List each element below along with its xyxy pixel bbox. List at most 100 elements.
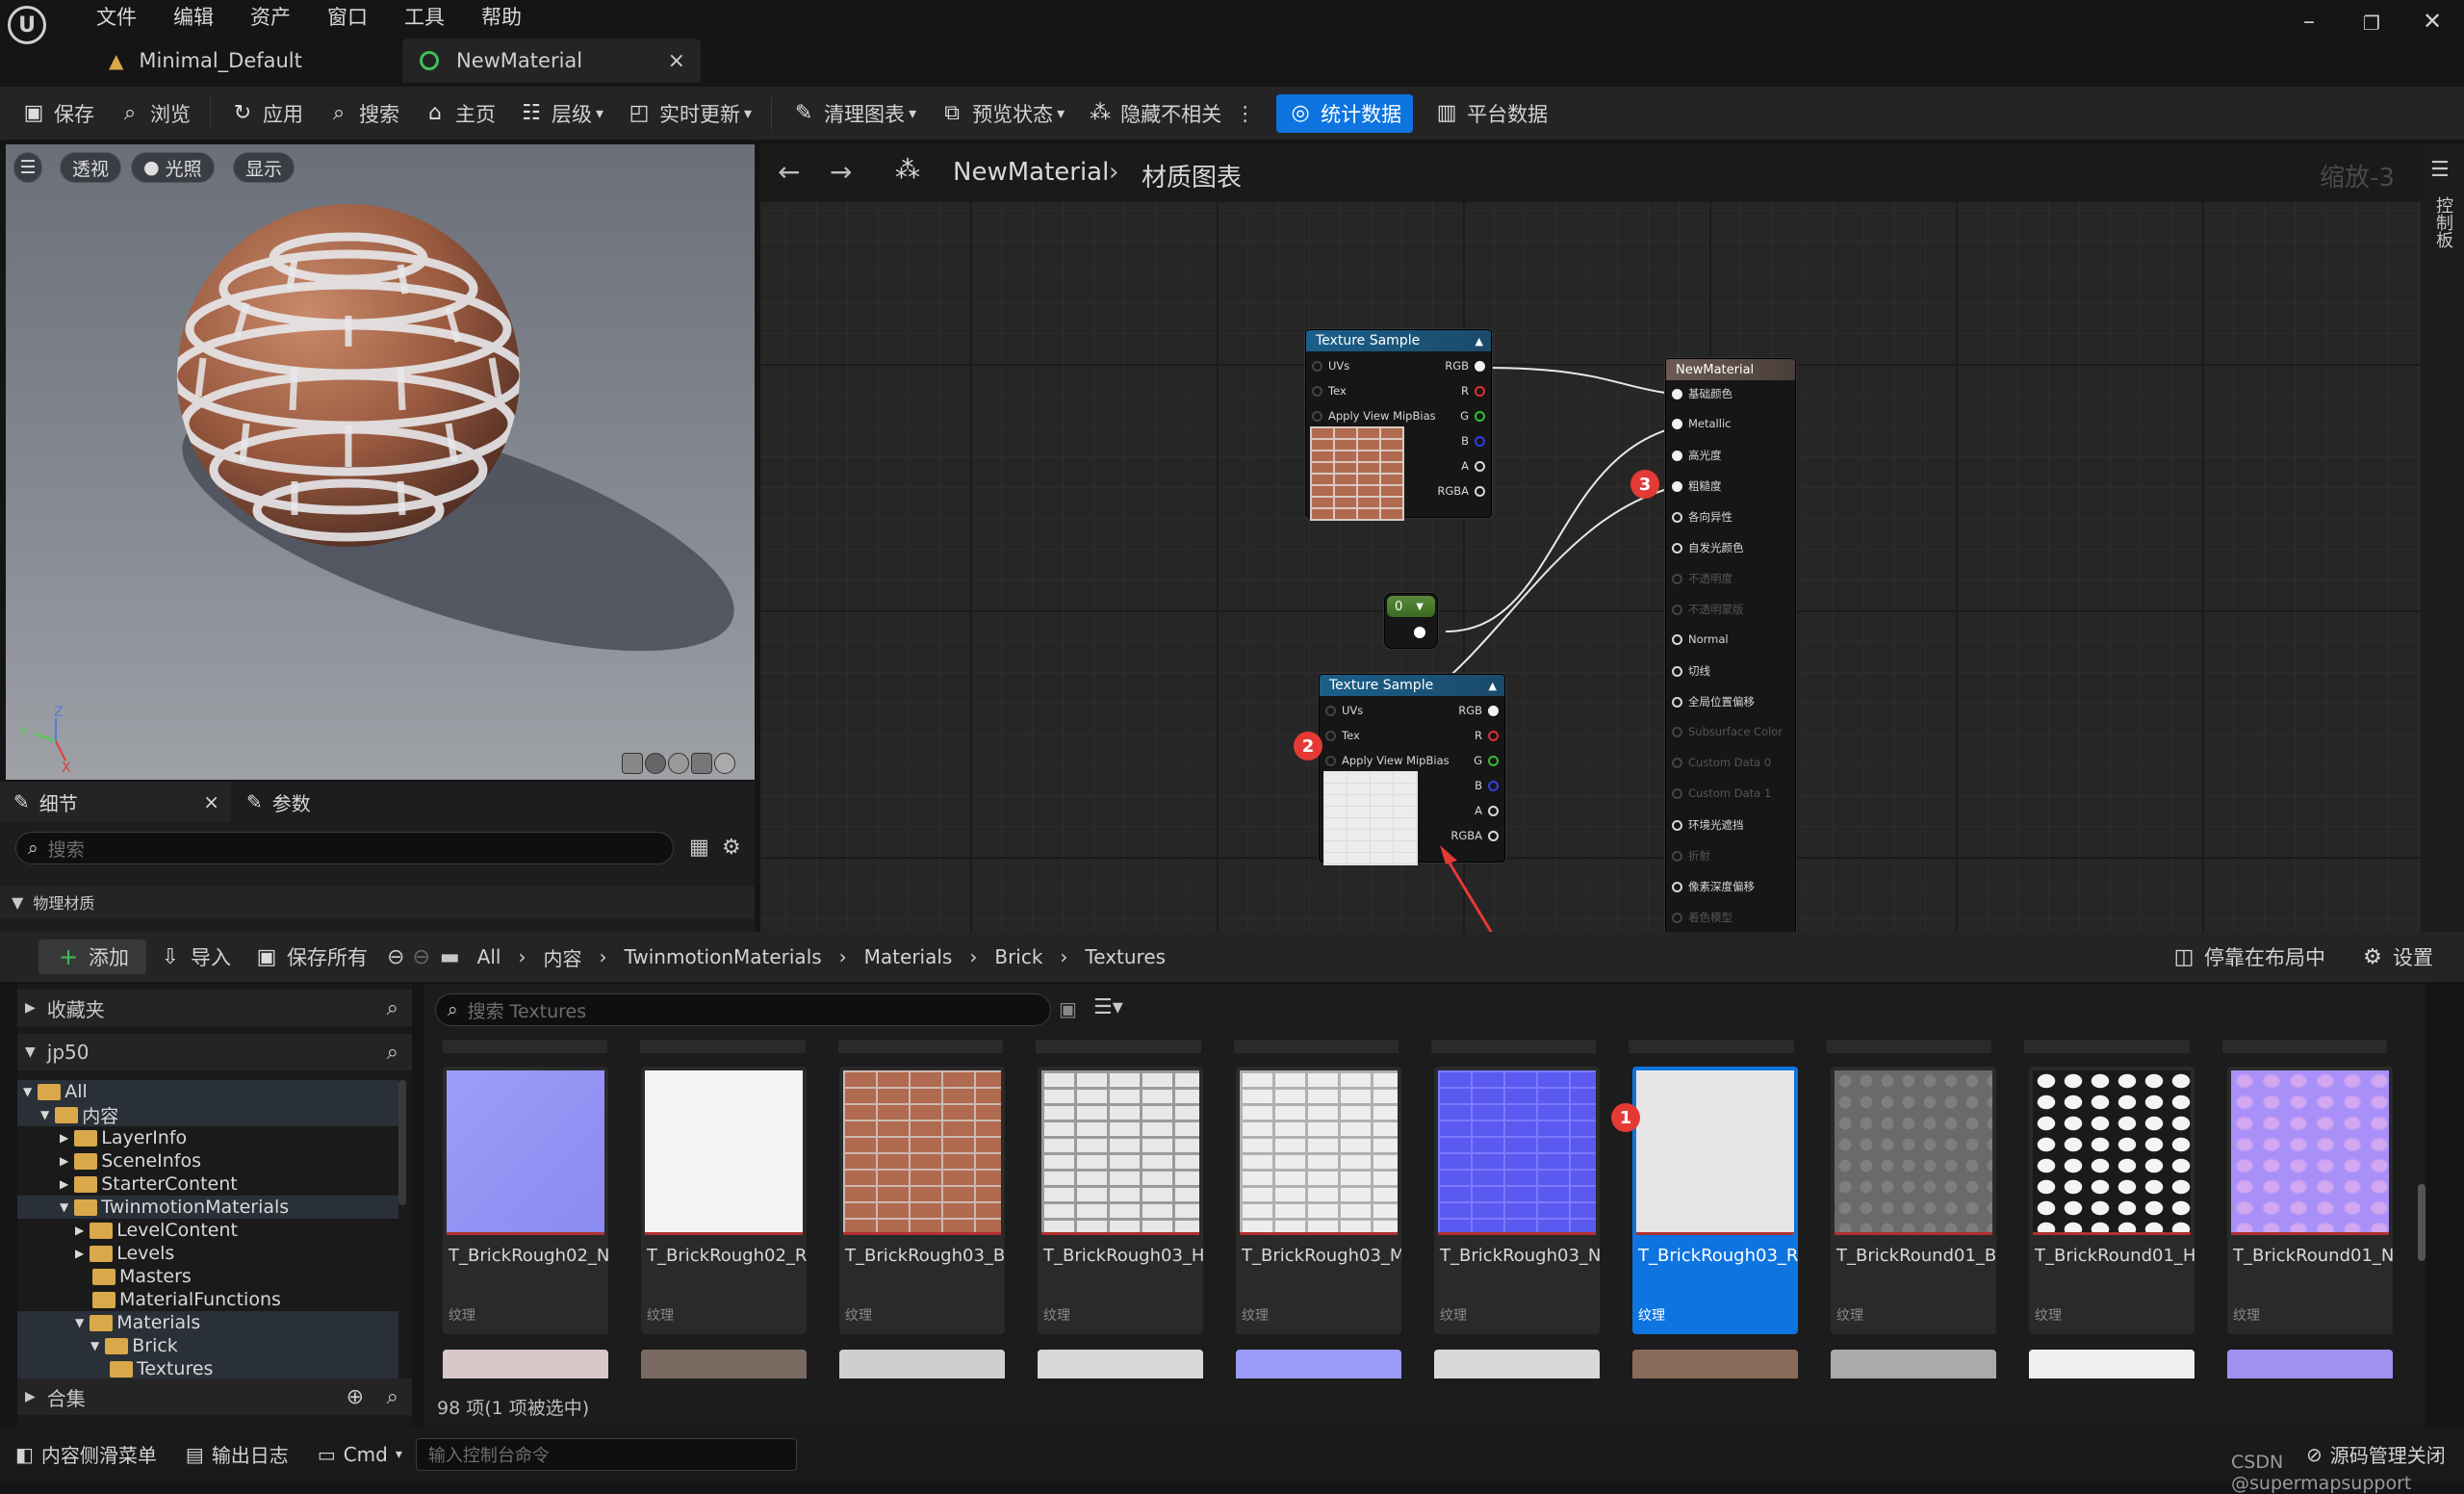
texture-sample-node-1[interactable]: Texture Sample ▲ UVs Tex Apply View MipBi… xyxy=(1305,329,1492,521)
material-input-pin[interactable]: 折射 xyxy=(1666,848,1710,863)
asset-tile-next-row[interactable] xyxy=(1632,1350,1798,1378)
material-graph[interactable]: Texture Sample ▲ UVs Tex Apply View MipBi… xyxy=(760,144,2421,934)
collapse-icon[interactable]: ▲ xyxy=(1476,335,1483,348)
output-pin-rgba[interactable]: RGBA xyxy=(1437,484,1491,498)
history-forward-icon[interactable]: ⊖ xyxy=(412,945,429,969)
output-pin-b[interactable]: B xyxy=(1461,434,1491,448)
show-button[interactable]: 显示 xyxy=(233,152,295,183)
output-pin-g[interactable]: G xyxy=(1460,409,1491,423)
save-button[interactable]: ▣ 保存 xyxy=(10,87,106,140)
stats-button[interactable]: ◎ 统计数据 xyxy=(1276,93,1414,133)
more-options-icon[interactable]: ⋮ xyxy=(1235,102,1255,125)
preview-viewport[interactable]: ☰ 透视 ● 光照 显示 Z Y X xyxy=(6,144,755,780)
tree-item-all[interactable]: ▼ All xyxy=(17,1080,398,1103)
minimize-button[interactable]: – xyxy=(2303,8,2315,35)
search-icon[interactable]: ⌕ xyxy=(387,1041,398,1065)
path-twinmotion[interactable]: TwinmotionMaterials xyxy=(624,945,821,968)
asset-tile-next-row[interactable] xyxy=(839,1350,1005,1378)
output-log-button[interactable]: ▤ 输出日志 xyxy=(186,1440,289,1468)
unreal-logo[interactable]: U xyxy=(8,6,46,44)
hide-unrelated-button[interactable]: ⁂ 隐藏不相关 ⋮ xyxy=(1076,87,1267,140)
tree-item-layerinfo[interactable]: ▶ LayerInfo xyxy=(17,1126,398,1149)
tab-newmaterial[interactable]: NewMaterial × xyxy=(402,39,701,83)
input-pin-uvs[interactable]: UVs xyxy=(1306,359,1349,373)
material-input-pin[interactable]: Metallic xyxy=(1666,417,1731,430)
asset-tile-next-row[interactable] xyxy=(1236,1350,1401,1378)
save-search-icon[interactable]: ▣ xyxy=(1059,997,1077,1020)
teapot-preview-icon[interactable] xyxy=(714,753,735,774)
collections-header[interactable]: ▶ 合集 ⊕ ⌕ xyxy=(17,1378,412,1415)
asset-tile[interactable]: T_BrickRough03_H 纹理 xyxy=(1038,1067,1203,1334)
output-pin-g[interactable]: G xyxy=(1474,754,1504,767)
import-button[interactable]: ⇩ 导入 xyxy=(146,931,243,984)
path-brick[interactable]: Brick xyxy=(994,945,1042,968)
asset-tile-next-row[interactable] xyxy=(1434,1350,1600,1378)
perspective-button[interactable]: 透视 xyxy=(60,152,122,183)
tree-item-levelcontent[interactable]: ▶ LevelContent xyxy=(17,1219,398,1242)
details-close-button[interactable]: × xyxy=(203,790,219,813)
material-input-pin[interactable]: 粗糙度 xyxy=(1666,478,1722,494)
path-all[interactable]: All xyxy=(477,945,501,968)
node-header[interactable]: Texture Sample ▲ xyxy=(1306,330,1491,351)
material-input-pin[interactable]: Custom Data 0 xyxy=(1666,756,1771,769)
asset-tile-next-row[interactable] xyxy=(641,1350,807,1378)
asset-tile[interactable]: T_BrickRough03_R 纹理 xyxy=(1632,1067,1798,1334)
asset-tile-next-row[interactable] xyxy=(2227,1350,2393,1378)
asset-tile-next-row[interactable] xyxy=(443,1350,608,1378)
menu-help[interactable]: 帮助 xyxy=(481,2,522,31)
cube-preview-icon[interactable] xyxy=(691,753,712,774)
search-icon[interactable]: ⌕ xyxy=(387,996,398,1020)
menu-file[interactable]: 文件 xyxy=(96,2,137,31)
menu-edit[interactable]: 编辑 xyxy=(173,2,214,31)
output-pin-b[interactable]: B xyxy=(1475,779,1504,792)
project-header[interactable]: ▼ jp50 ⌕ xyxy=(17,1034,412,1070)
path-materials[interactable]: Materials xyxy=(864,945,953,968)
asset-tile[interactable]: T_BrickRound01_H 纹理 xyxy=(2029,1067,2194,1334)
material-input-pin[interactable]: 各向异性 xyxy=(1666,509,1732,525)
content-drawer-button[interactable]: ◧ 内容侧滑菜单 xyxy=(15,1440,157,1468)
material-input-pin[interactable]: 不透明蒙版 xyxy=(1666,602,1744,617)
settings-button[interactable]: ⚙ 设置 xyxy=(2348,931,2445,984)
texture-sample-node-2[interactable]: Texture Sample ▲ UVs Tex Apply View MipBi… xyxy=(1319,674,1505,865)
node-header[interactable]: NewMaterial xyxy=(1666,359,1795,380)
back-arrow-icon[interactable]: ← xyxy=(778,156,800,188)
material-input-pin[interactable]: Normal xyxy=(1666,632,1729,646)
asset-tile[interactable]: T_BrickRound01_BC 纹理 xyxy=(1831,1067,1996,1334)
preview-state-button[interactable]: ⧉ 预览状态 ▾ xyxy=(928,87,1076,140)
constant-value[interactable]: 0 ▼ xyxy=(1387,596,1435,617)
material-input-pin[interactable]: Custom Data 1 xyxy=(1666,786,1771,800)
tree-item-content[interactable]: ▼ 内容 xyxy=(17,1103,398,1127)
asset-tile[interactable]: T_BrickRough03_N 纹理 xyxy=(1434,1067,1600,1334)
tree-item-sceneinfos[interactable]: ▶ SceneInfos xyxy=(17,1149,398,1172)
output-pin-rgba[interactable]: RGBA xyxy=(1450,829,1504,842)
tree-item-masters[interactable]: Masters xyxy=(17,1265,398,1288)
breadcrumb-child[interactable]: 材质图表 xyxy=(1142,158,1242,193)
material-input-pin[interactable]: Subsurface Color xyxy=(1666,725,1783,738)
material-input-pin[interactable]: 环境光遮挡 xyxy=(1666,817,1744,833)
clean-graph-button[interactable]: ✎ 清理图表 ▾ xyxy=(780,87,928,140)
output-pin-r[interactable]: R xyxy=(1475,729,1504,742)
viewport-menu-button[interactable]: ☰ xyxy=(13,152,42,183)
asset-tile[interactable]: T_BrickRough02_N 纹理 xyxy=(443,1067,608,1334)
tab-parameters[interactable]: ✎ 参数 xyxy=(246,782,400,822)
menu-asset[interactable]: 资产 xyxy=(250,2,291,31)
lit-button[interactable]: ● 光照 xyxy=(131,152,215,183)
material-input-pin[interactable]: 基础颜色 xyxy=(1666,386,1732,401)
tree-item-levels[interactable]: ▶ Levels xyxy=(17,1242,398,1265)
tree-item-textures[interactable]: Textures xyxy=(17,1357,398,1380)
path-content[interactable]: 内容 xyxy=(543,943,581,971)
table-view-icon[interactable]: ▦ xyxy=(689,836,709,860)
asset-tile[interactable]: T_BrickRound01_N 纹理 xyxy=(2227,1067,2393,1334)
input-pin-mipbias[interactable]: Apply View MipBias xyxy=(1306,409,1436,423)
output-pin-r[interactable]: R xyxy=(1461,384,1491,398)
output-pin-rgb[interactable]: RGB xyxy=(1458,704,1504,717)
output-pin-rgb[interactable]: RGB xyxy=(1445,359,1491,373)
material-input-pin[interactable]: 全局位置偏移 xyxy=(1666,694,1755,709)
asset-tile[interactable]: T_BrickRough03_BC 纹理 xyxy=(839,1067,1005,1334)
hierarchy-button[interactable]: ☷ 层级 ▾ xyxy=(507,87,615,140)
search-button[interactable]: ⌕ 搜索 xyxy=(315,87,411,140)
cmd-dropdown[interactable]: ▭ Cmd ▾ xyxy=(318,1443,402,1466)
browse-button[interactable]: ⌕ 浏览 xyxy=(106,87,202,140)
apply-button[interactable]: ↻ 应用 xyxy=(218,87,315,140)
details-search-input[interactable]: ⌕ 搜索 xyxy=(15,832,674,864)
